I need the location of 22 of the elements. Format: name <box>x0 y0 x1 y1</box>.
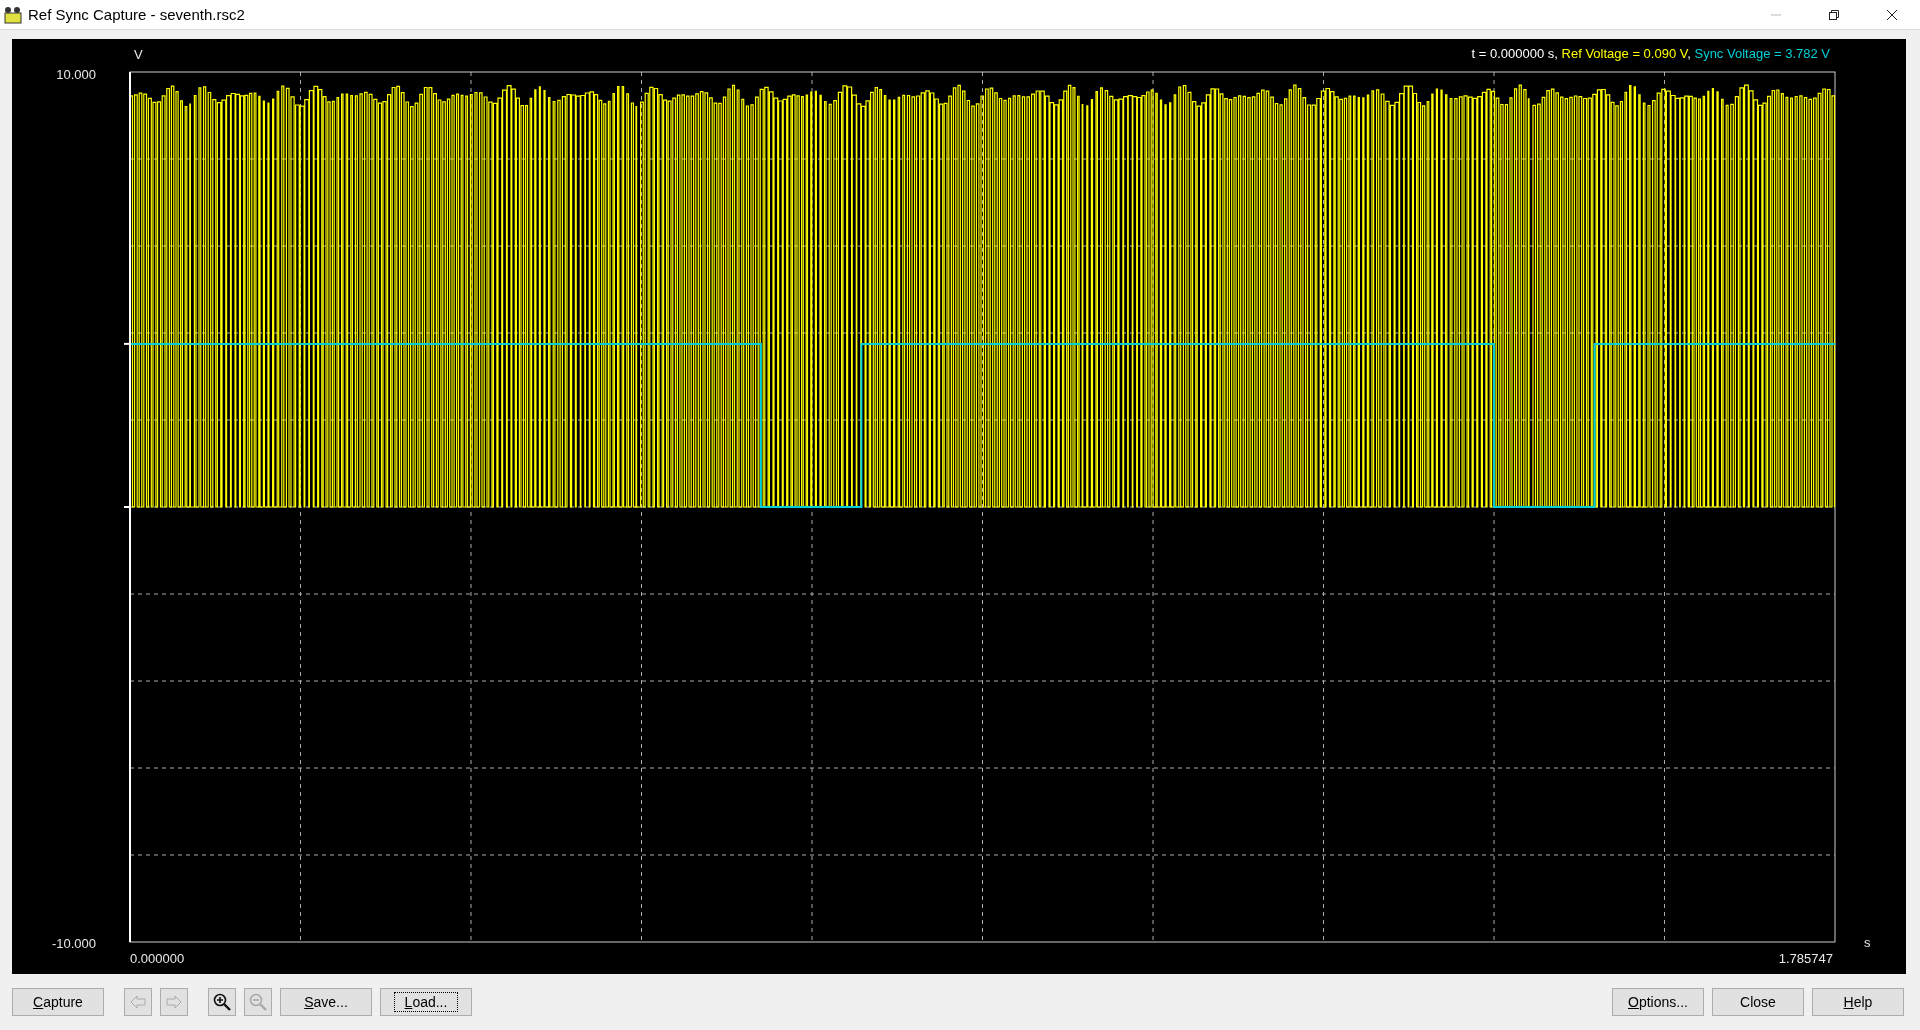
text-button[interactable]: Save... <box>280 988 372 1016</box>
x-start-label: 0.000000 <box>130 951 185 966</box>
x-axis-unit: s <box>1864 935 1871 950</box>
cursor-readout: t = 0.000000 s, Ref Voltage = 0.090 V, Sync Voltage = 3.782 V <box>1471 46 1830 61</box>
zoom-in-icon <box>213 993 231 1011</box>
right-arrow-icon <box>166 995 182 1009</box>
left-arrow-icon <box>130 995 146 1009</box>
text-button[interactable]: Close <box>1712 988 1804 1016</box>
y-axis-unit: V <box>134 47 143 62</box>
app-icon <box>4 5 22 24</box>
text-button[interactable]: Capture <box>12 988 104 1016</box>
zoom-in-button[interactable] <box>208 988 236 1016</box>
y-min-label: -10.000 <box>51 936 96 951</box>
text-button[interactable]: Load... <box>380 988 472 1016</box>
x-end-label: 1.785747 <box>1778 951 1833 966</box>
close-icon[interactable] <box>1886 8 1898 21</box>
zoom-out-icon <box>249 993 267 1011</box>
text-button[interactable]: Help <box>1812 988 1904 1016</box>
restore-icon[interactable] <box>1828 8 1840 21</box>
text-button[interactable]: Options... <box>1612 988 1704 1016</box>
window-title: Ref Sync Capture - seventh.rsc2 <box>28 6 246 23</box>
y-max-label: 10.000 <box>56 67 96 82</box>
